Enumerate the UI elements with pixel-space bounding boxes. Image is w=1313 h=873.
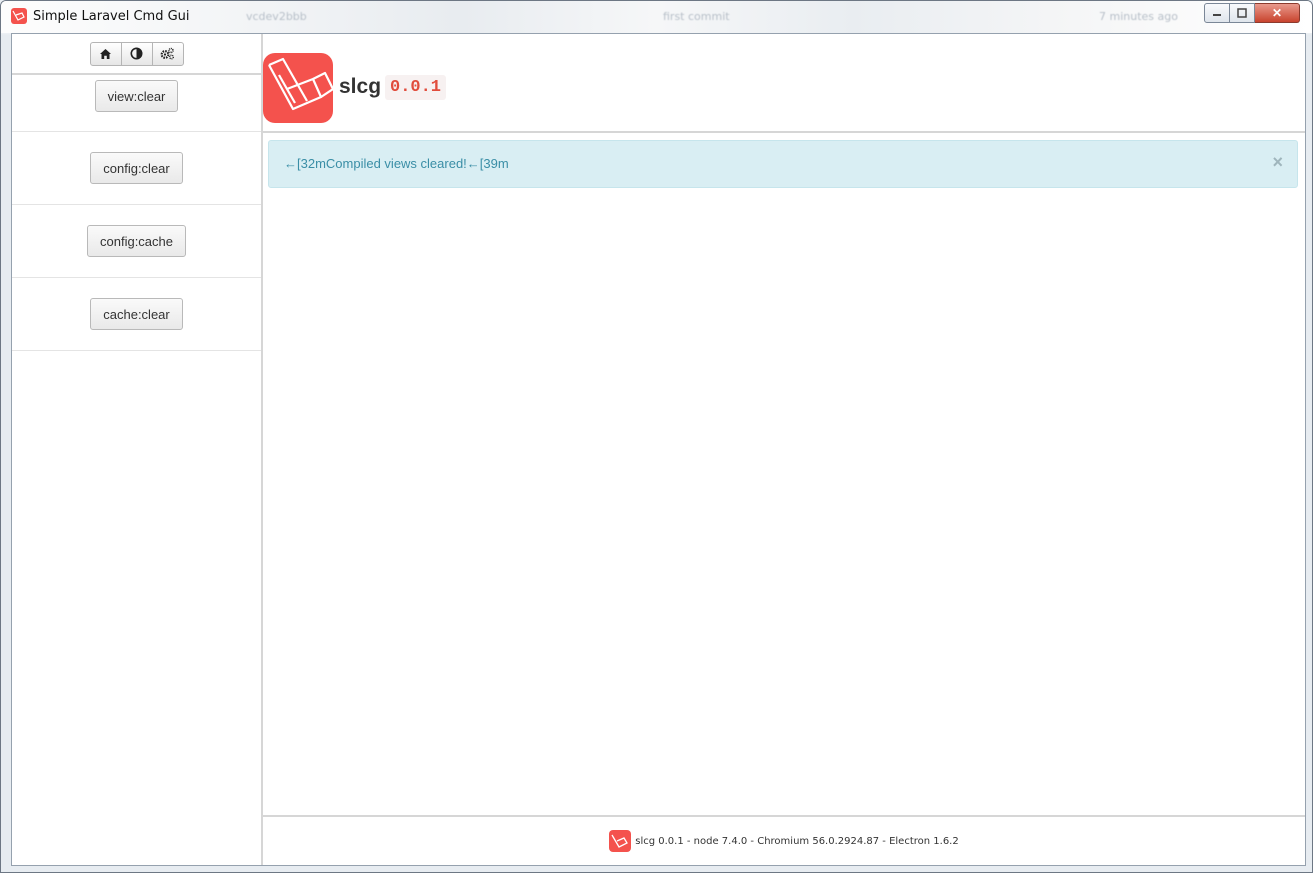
app-version-badge: 0.0.1 [385, 75, 447, 100]
home-button[interactable] [89, 41, 122, 66]
config-cache-button[interactable]: config:cache [87, 225, 186, 257]
window-controls: ✕ [1204, 3, 1300, 23]
page-header: slcg 0.0.1 [263, 34, 1305, 133]
alert-close-icon[interactable]: × [1272, 152, 1283, 173]
view-clear-button[interactable]: view:clear [94, 80, 179, 112]
title-bar[interactable]: Simple Laravel Cmd Gui vcdev2bbb first c… [1, 1, 1312, 33]
client-area: view:clear config:clear config:cache cac… [11, 33, 1306, 866]
settings-button[interactable] [151, 41, 184, 66]
window-title: Simple Laravel Cmd Gui [33, 9, 190, 24]
info-alert: ←[32mCompiled views cleared!←[39m × [268, 140, 1298, 188]
alert-message: ←[32mCompiled views cleared!←[39m [284, 156, 509, 171]
gears-icon [160, 47, 174, 60]
background-ghost-text: vcdev2bbb [246, 10, 307, 23]
main-panel: slcg 0.0.1 ←[32mCompiled views cleared!←… [263, 34, 1305, 865]
home-icon [100, 48, 111, 59]
command-item: config:cache [12, 205, 261, 278]
close-icon: ✕ [1271, 6, 1283, 20]
command-item: view:clear [12, 75, 261, 132]
laravel-logo-icon [11, 8, 27, 24]
minimize-icon [1213, 14, 1221, 16]
maximize-icon [1237, 8, 1247, 18]
background-ghost-text: 7 minutes ago [1099, 10, 1178, 23]
maximize-button[interactable] [1230, 3, 1255, 23]
laravel-logo-icon [263, 53, 335, 123]
sidebar-toolbar [12, 34, 261, 75]
command-item: cache:clear [12, 278, 261, 351]
app-window: Simple Laravel Cmd Gui vcdev2bbb first c… [0, 0, 1313, 873]
sidebar: view:clear config:clear config:cache cac… [12, 34, 263, 865]
minimize-button[interactable] [1204, 3, 1230, 23]
footer: slcg 0.0.1 - node 7.4.0 - Chromium 56.0.… [263, 815, 1305, 865]
toolbar-button-group [89, 41, 184, 66]
cache-clear-button[interactable]: cache:clear [90, 298, 183, 330]
close-button[interactable]: ✕ [1255, 3, 1300, 23]
contrast-icon [130, 47, 143, 60]
config-clear-button[interactable]: config:clear [90, 152, 183, 184]
command-item: config:clear [12, 132, 261, 205]
version-info: slcg 0.0.1 - node 7.4.0 - Chromium 56.0.… [635, 835, 959, 847]
theme-toggle-button[interactable] [120, 41, 153, 66]
app-name: slcg [339, 75, 382, 98]
background-ghost-text: first commit [663, 10, 730, 23]
laravel-logo-icon [609, 830, 632, 852]
